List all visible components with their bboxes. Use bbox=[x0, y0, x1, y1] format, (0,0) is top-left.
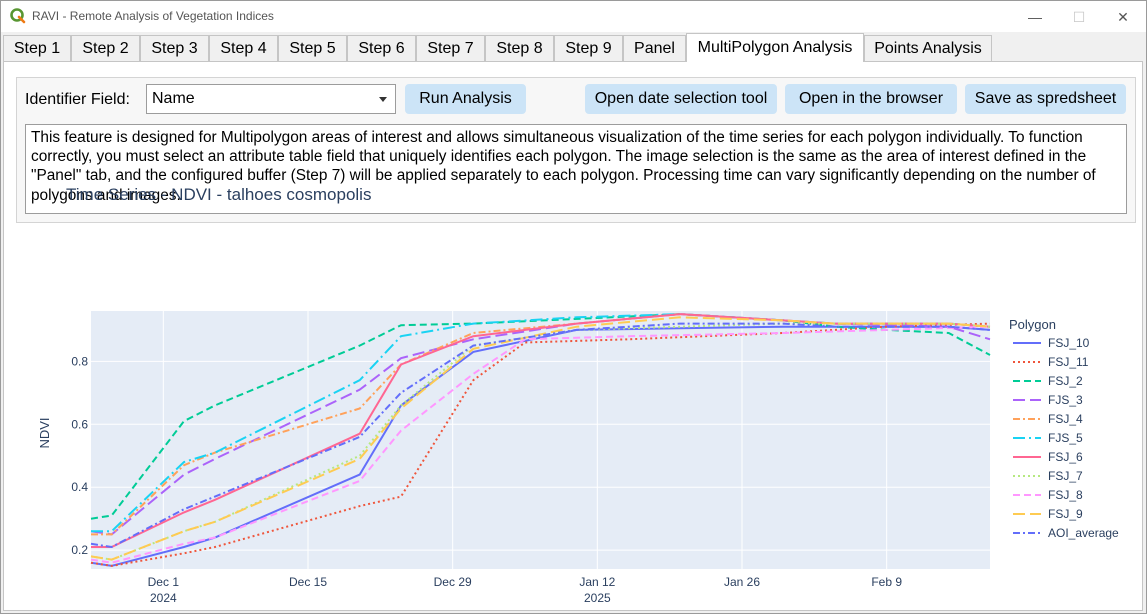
x-tick-label: Dec 15 bbox=[289, 575, 327, 589]
x-tick-label: Dec 29 bbox=[434, 575, 472, 589]
y-tick-label: 0.6 bbox=[71, 417, 88, 431]
y-tick-label: 0.8 bbox=[71, 354, 88, 368]
x-tick-label: Jan 26 bbox=[724, 575, 760, 589]
legend-item-label[interactable]: FSJ_10 bbox=[1048, 336, 1090, 350]
legend-item-label[interactable]: FSJ_2 bbox=[1048, 374, 1083, 388]
y-tick-label: 0.2 bbox=[71, 543, 88, 557]
legend-item-label[interactable]: AOI_average bbox=[1048, 526, 1119, 540]
ndvi-time-series-chart[interactable]: 0.2 0.4 0.6 0.8 Dec 1 2024 Dec 15 Dec 29 Jan 12… bbox=[1, 1, 1146, 613]
legend-item-label[interactable]: FSJ_6 bbox=[1048, 450, 1083, 464]
legend-item-label[interactable]: FSJ_9 bbox=[1048, 507, 1083, 521]
y-axis-title: NDVI bbox=[37, 417, 52, 448]
y-tick-labels: 0.2 0.4 0.6 0.8 bbox=[71, 354, 88, 557]
plot-background bbox=[91, 311, 990, 569]
legend-item-label[interactable]: FJS_5 bbox=[1048, 431, 1083, 445]
x-tick-label: Dec 1 bbox=[148, 575, 180, 589]
x-tick-sublabel: 2025 bbox=[584, 591, 611, 605]
x-tick-sublabel: 2024 bbox=[150, 591, 177, 605]
legend-item-label[interactable]: FSJ_4 bbox=[1048, 412, 1083, 426]
legend[interactable]: FSJ_10 FSJ_11 FSJ_2 FJS_3 FSJ_4 FJS_5 FSJ_6 FSJ… bbox=[1013, 336, 1119, 540]
legend-item-label[interactable]: FSJ_7 bbox=[1048, 469, 1083, 483]
x-tick-label: Jan 12 bbox=[579, 575, 615, 589]
legend-item-label[interactable]: FJS_3 bbox=[1048, 393, 1083, 407]
legend-title: Polygon bbox=[1009, 317, 1056, 332]
app-window: RAVI - Remote Analysis of Vegetation Ind… bbox=[0, 0, 1147, 614]
x-tick-labels: Dec 1 2024 Dec 15 Dec 29 Jan 12 2025 Jan 26 Feb… bbox=[148, 575, 903, 605]
tab-multipolygon-analysis[interactable]: MultiPolygon Analysis bbox=[686, 33, 864, 62]
x-tick-label: Feb 9 bbox=[871, 575, 902, 589]
legend-item-label[interactable]: FSJ_8 bbox=[1048, 488, 1083, 502]
legend-item-label[interactable]: FSJ_11 bbox=[1048, 355, 1089, 369]
y-tick-label: 0.4 bbox=[71, 480, 88, 494]
